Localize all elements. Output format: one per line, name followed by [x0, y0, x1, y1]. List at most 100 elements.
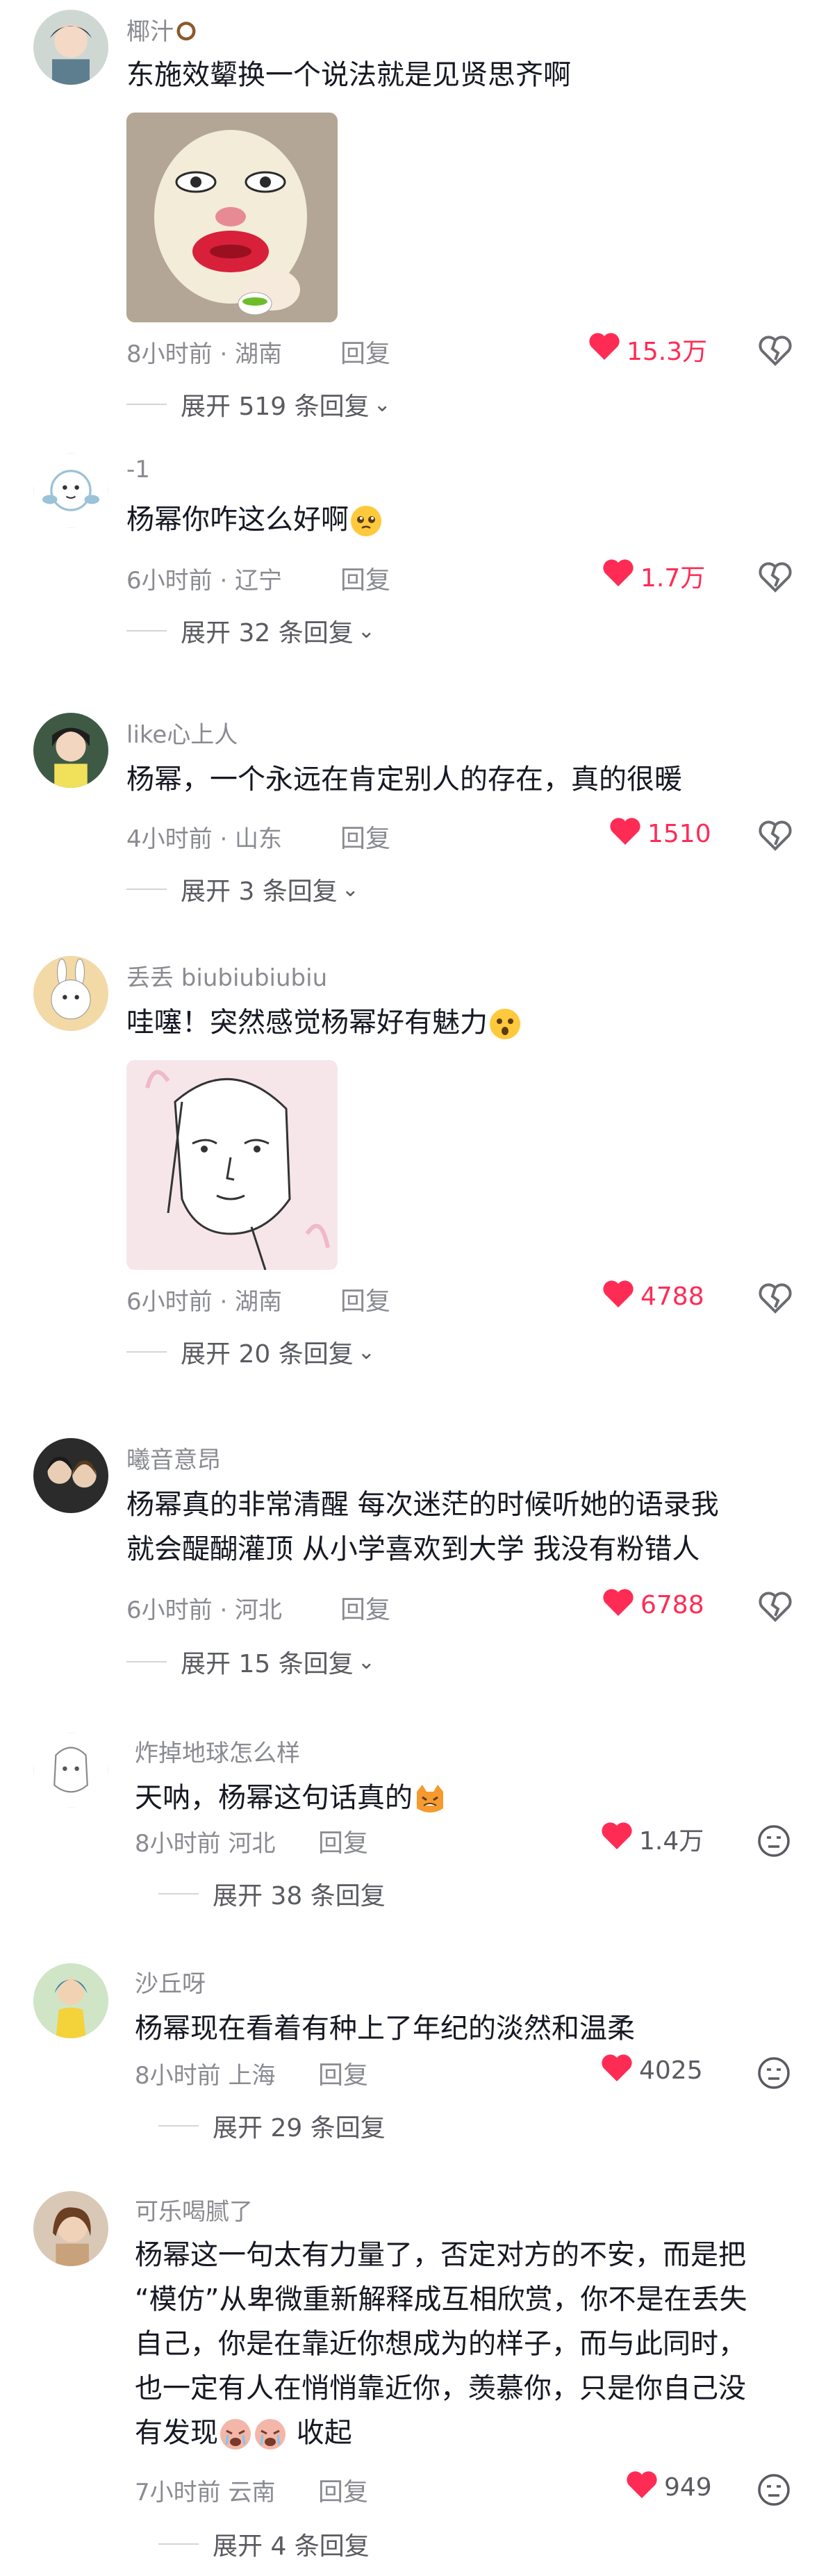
comment-time: 8小时前 河北 [135, 1824, 275, 1858]
avatar[interactable] [33, 1438, 108, 1513]
comment-author[interactable]: like心上人 [126, 716, 238, 750]
divider-line [126, 1661, 167, 1662]
heart-filled-icon [600, 2052, 634, 2089]
comment-location: 上海 [228, 2062, 276, 2090]
comment-location: 云南 [228, 2479, 276, 2507]
expand-replies[interactable]: 展开 519 条回复 ⌄ [126, 386, 391, 422]
reply-button[interactable]: 回复 [318, 2472, 368, 2508]
comment-text: 杨幂这一句太有力量了，否定对方的不安，而是把 “模仿”从卑微重新解释成互相欣赏，… [135, 2233, 788, 2455]
expand-replies-label: 展开 20 条回复 [181, 1340, 354, 1369]
comment-author[interactable]: 椰汁 [126, 13, 199, 47]
reply-button[interactable]: 回复 [318, 1823, 368, 1859]
comment-author[interactable]: 曦音意昂 [126, 1441, 221, 1475]
like-button[interactable]: 949 [625, 2469, 712, 2506]
avatar[interactable] [33, 1733, 108, 1808]
expand-replies[interactable]: 展开 20 条回复 ⌄ [126, 1334, 375, 1370]
avatar[interactable] [33, 956, 108, 1031]
reply-button[interactable]: 回复 [340, 333, 390, 370]
heart-filled-icon [588, 331, 621, 368]
dislike-button[interactable] [757, 559, 793, 595]
comment-image[interactable] [126, 1060, 338, 1270]
avatar[interactable] [33, 10, 108, 85]
comment-time-location: 6小时前 · 辽宁 [126, 567, 283, 595]
like-button[interactable]: 1510 [609, 816, 711, 852]
expand-replies-label: 展开 4 条回复 [213, 2532, 370, 2561]
like-button[interactable]: 1.7万 [602, 557, 705, 594]
neutral-face-icon [756, 2474, 792, 2511]
comment-image[interactable] [126, 113, 338, 322]
divider-line [126, 404, 167, 405]
dislike-button[interactable] [756, 2472, 792, 2508]
collapse-link[interactable]: 收起 [297, 2417, 352, 2449]
reply-button[interactable]: 回复 [340, 818, 390, 854]
dislike-button[interactable] [756, 2055, 792, 2091]
dislike-button[interactable] [757, 1280, 793, 1316]
comment-author[interactable]: 沙丘呀 [135, 1965, 206, 1999]
chevron-down-icon: ⌄ [357, 1649, 375, 1674]
avatar[interactable] [33, 1963, 108, 2038]
comment-text-line: 杨幂真的非常清醒 每次迷茫的时候听她的语录我 [126, 1489, 719, 1521]
heart-filled-icon [600, 1820, 634, 1857]
expand-replies-label: 展开 29 条回复 [213, 2114, 386, 2142]
crying-face-icon [218, 2417, 253, 2450]
heart-filled-icon [602, 1278, 635, 1315]
expand-replies[interactable]: 展开 32 条回复 ⌄ [126, 613, 375, 649]
comment-text-line: 就会醍醐灌顶 从小学喜欢到大学 我没有粉错人 [126, 1533, 700, 1565]
divider-line [126, 1351, 167, 1353]
like-count: 1510 [647, 820, 711, 848]
comment-text: 杨幂你咋这么好啊 [126, 497, 819, 542]
heart-filled-icon [602, 1587, 635, 1624]
dislike-button[interactable] [757, 332, 793, 368]
broken-heart-icon [757, 1592, 793, 1627]
comment-time-label: 7小时前 [135, 2479, 221, 2507]
like-count: 4025 [639, 2056, 703, 2085]
like-button[interactable]: 4788 [602, 1278, 704, 1315]
like-button[interactable]: 1.4万 [600, 1820, 704, 1857]
heart-filled-icon [602, 557, 635, 594]
comment-author[interactable]: 炸掉地球怎么样 [135, 1734, 300, 1768]
broken-heart-icon [757, 336, 793, 371]
comment-author[interactable]: 可乐喝腻了 [135, 2193, 253, 2227]
chevron-down-icon: ⌄ [341, 877, 359, 902]
comment-time-location: 6小时前 · 河北 [126, 1596, 283, 1624]
like-button[interactable]: 15.3万 [588, 331, 707, 368]
comment-text-line: 也一定有人在悄悄靠近你，羡慕你，只是你自己没 [135, 2372, 746, 2404]
comment-author[interactable]: 丢丢 biubiubiubiu [126, 959, 327, 993]
comment-text: 哇噻！突然感觉杨幂好有魅力 [126, 1000, 819, 1045]
reply-button[interactable]: 回复 [318, 2055, 368, 2091]
expand-replies[interactable]: 展开 3 条回复 ⌄ [126, 871, 359, 907]
expand-replies-label: 展开 38 条回复 [213, 1882, 386, 1910]
expand-replies-label: 展开 32 条回复 [181, 619, 354, 647]
expand-replies[interactable]: 展开 15 条回复 ⌄ [126, 1644, 375, 1680]
reply-button[interactable]: 回复 [340, 560, 390, 596]
avatar[interactable] [33, 2191, 108, 2266]
reply-button[interactable]: 回复 [340, 1281, 390, 1317]
coconut-icon [174, 18, 199, 46]
dislike-button[interactable] [757, 817, 793, 853]
like-count: 15.3万 [627, 337, 708, 366]
comment-time-location: 4小时前 · 山东 [126, 825, 283, 853]
expand-replies[interactable]: 展开 38 条回复 [158, 1876, 386, 1912]
comment-time-location: 6小时前 · 湖南 [126, 1288, 283, 1316]
avatar[interactable] [33, 453, 108, 528]
dislike-button[interactable] [756, 1823, 792, 1859]
pleading-face-icon [349, 504, 383, 536]
divider-line [158, 2543, 199, 2545]
comment-text-line: “模仿”从卑微重新解释成互相欣赏，你不是在丢失 [135, 2284, 747, 2315]
like-button[interactable]: 4025 [600, 2052, 703, 2089]
broken-heart-icon [757, 820, 793, 856]
like-count: 1.4万 [639, 1826, 704, 1856]
avatar[interactable] [33, 713, 108, 788]
reply-button[interactable]: 回复 [340, 1590, 390, 1626]
comment-time: 7小时前 云南 [135, 2473, 275, 2507]
like-count: 1.7万 [640, 563, 706, 593]
expand-replies[interactable]: 展开 29 条回复 [158, 2108, 386, 2144]
like-count: 6788 [640, 1591, 704, 1619]
dislike-button[interactable] [757, 1588, 793, 1624]
comment-author[interactable]: -1 [126, 456, 150, 484]
comment-text-line: 杨幂这一句太有力量了，否定对方的不安，而是把 [135, 2239, 746, 2271]
expand-replies[interactable]: 展开 4 条回复 [158, 2526, 370, 2562]
like-button[interactable]: 6788 [602, 1587, 704, 1624]
heart-filled-icon [625, 2469, 659, 2506]
comment-time: 8小时前 上海 [135, 2056, 275, 2090]
